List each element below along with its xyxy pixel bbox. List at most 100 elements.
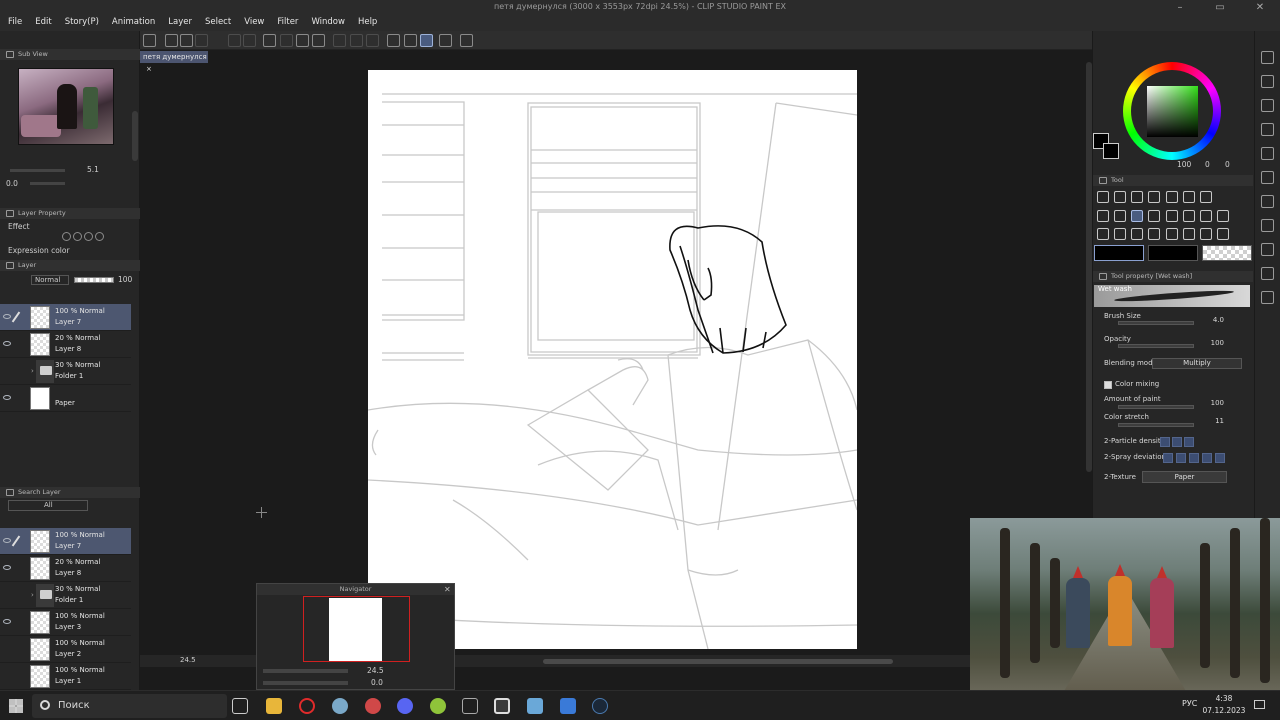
navigator-viewport[interactable]	[303, 596, 410, 662]
snap-grid-icon[interactable]	[420, 34, 433, 47]
notifications-icon[interactable]	[1254, 700, 1265, 709]
snap-ruler-icon[interactable]	[387, 34, 400, 47]
minimize-button[interactable]: –	[1160, 0, 1200, 16]
grid-tool-icon[interactable]	[1217, 210, 1229, 222]
layer-opacity-slider[interactable]	[74, 277, 114, 283]
layer-row[interactable]: 100 % Normal Layer 7	[0, 304, 131, 331]
color-stretch-slider[interactable]	[1118, 423, 1194, 427]
opacity-slider[interactable]	[1118, 344, 1194, 348]
snap-special-ruler-icon[interactable]	[404, 34, 417, 47]
layer-row[interactable]: 20 % Normal Layer 8	[0, 555, 131, 582]
app-icon-blue[interactable]	[527, 698, 543, 714]
taskbar-search-box[interactable]: Поиск	[32, 694, 227, 718]
amount-of-paint-slider[interactable]	[1118, 405, 1194, 409]
brush-size-slider[interactable]	[1118, 321, 1194, 325]
document-tab[interactable]: петя думернулся ×	[140, 51, 208, 73]
subview-reference-image[interactable]	[18, 68, 114, 145]
layer-row[interactable]: › 30 % Normal Folder 1	[0, 582, 131, 609]
sub-color-swatch[interactable]	[1103, 143, 1119, 159]
material-folder-8-icon[interactable]	[1261, 267, 1274, 280]
operation-tool-icon[interactable]	[1131, 191, 1143, 203]
subview-zoom-slider[interactable]	[10, 169, 65, 172]
move-tool-icon[interactable]	[1148, 191, 1160, 203]
spray-deviation-level-1[interactable]	[1163, 453, 1173, 463]
layer-row[interactable]: 100 % Normal Layer 2	[0, 636, 131, 663]
airbrush-tool-icon[interactable]	[1148, 210, 1160, 222]
menu-item-view[interactable]: View	[236, 16, 269, 27]
opera-icon[interactable]	[299, 698, 315, 714]
blend-tool-icon[interactable]	[1200, 210, 1212, 222]
app-icon-green[interactable]	[430, 698, 446, 714]
material-folder-6-icon[interactable]	[1261, 219, 1274, 232]
discord-icon[interactable]	[397, 698, 413, 714]
xp-pen-icon[interactable]	[462, 698, 478, 714]
text-tool-icon[interactable]	[1183, 228, 1195, 240]
pencil-tool-icon[interactable]	[1114, 210, 1126, 222]
clock-date[interactable]: 07.12.2023	[1200, 706, 1248, 715]
hand-tool-icon[interactable]	[1114, 191, 1126, 203]
drawing-paper[interactable]	[368, 70, 857, 649]
navigator-zoom-slider[interactable]	[263, 669, 348, 673]
pen-tool-icon[interactable]	[1097, 210, 1109, 222]
invert-selection-icon[interactable]	[366, 34, 379, 47]
menu-item-window[interactable]: Window	[303, 16, 350, 27]
color-mixing-checkbox[interactable]	[1104, 381, 1112, 389]
layer-row[interactable]: 100 % Normal Layer 7	[0, 528, 131, 555]
fill-icon[interactable]	[296, 34, 309, 47]
border-effect-icon[interactable]	[62, 232, 71, 241]
loading-icon[interactable]	[263, 34, 276, 47]
new-file-icon[interactable]	[165, 34, 178, 47]
spray-deviation-level-3[interactable]	[1189, 453, 1199, 463]
eye-icon[interactable]	[3, 538, 11, 543]
main-color-chip[interactable]	[1094, 245, 1144, 261]
selection-tool-icon[interactable]	[1166, 191, 1178, 203]
gradient-tool-icon[interactable]	[1114, 228, 1126, 240]
material-folder-9-icon[interactable]	[1261, 291, 1274, 304]
clock-time[interactable]: 4:38	[1204, 694, 1244, 703]
help-icon[interactable]	[460, 34, 473, 47]
sub-color-chip[interactable]	[1148, 245, 1198, 261]
eyedropper-tool-icon[interactable]	[1200, 191, 1212, 203]
material-folder-3-icon[interactable]	[1261, 147, 1274, 160]
eye-icon[interactable]	[3, 619, 11, 624]
browser-icon[interactable]	[332, 698, 348, 714]
close-button[interactable]: ✕	[1240, 0, 1280, 16]
deselect-icon[interactable]	[333, 34, 346, 47]
subview-scrollbar[interactable]	[132, 111, 138, 161]
extract-line-icon[interactable]	[95, 232, 104, 241]
save-icon[interactable]	[195, 34, 208, 47]
file-explorer-icon[interactable]	[266, 698, 282, 714]
maximize-button[interactable]: ▭	[1200, 0, 1240, 16]
document-tab-close-icon[interactable]: ×	[146, 65, 152, 73]
layer-row[interactable]: 100 % Normal Layer 3	[0, 609, 131, 636]
search-filter-select[interactable]: All	[8, 500, 88, 511]
material-icon[interactable]	[1261, 75, 1274, 88]
language-indicator[interactable]: РУС	[1182, 699, 1197, 708]
material-folder-7-icon[interactable]	[1261, 243, 1274, 256]
clear-icon[interactable]	[280, 34, 293, 47]
zoom-tool-icon[interactable]	[1097, 191, 1109, 203]
menu-item-layer[interactable]: Layer	[160, 16, 197, 27]
material-folder-2-icon[interactable]	[1261, 123, 1274, 136]
open-icon[interactable]	[180, 34, 193, 47]
folder-expand-icon[interactable]: ›	[31, 367, 34, 375]
undo-icon[interactable]	[228, 34, 241, 47]
tablet-icon[interactable]	[439, 34, 452, 47]
menu-item-story-p-[interactable]: Story(P)	[57, 16, 104, 27]
frame-tool-icon[interactable]	[1148, 228, 1160, 240]
blending-mode-select[interactable]: Multiply	[1152, 358, 1242, 369]
particle-density-level-2[interactable]	[1172, 437, 1182, 447]
ruler-tool-icon[interactable]	[1166, 228, 1178, 240]
figure-tool-icon[interactable]	[1131, 228, 1143, 240]
color-saturation-square[interactable]	[1147, 86, 1198, 137]
layer-row[interactable]: › 30 % Normal Folder 1	[0, 358, 131, 385]
balloon-tool-icon[interactable]	[1200, 228, 1212, 240]
spray-deviation-level-5[interactable]	[1215, 453, 1225, 463]
material-folder-icon[interactable]	[1261, 99, 1274, 112]
blend-mode-select[interactable]: Normal	[31, 275, 69, 285]
search-icon[interactable]	[1261, 51, 1274, 64]
eye-icon[interactable]	[3, 395, 11, 400]
eye-icon[interactable]	[3, 314, 11, 319]
navigator-rotation-slider[interactable]	[263, 681, 348, 685]
spray-deviation-level-2[interactable]	[1176, 453, 1186, 463]
